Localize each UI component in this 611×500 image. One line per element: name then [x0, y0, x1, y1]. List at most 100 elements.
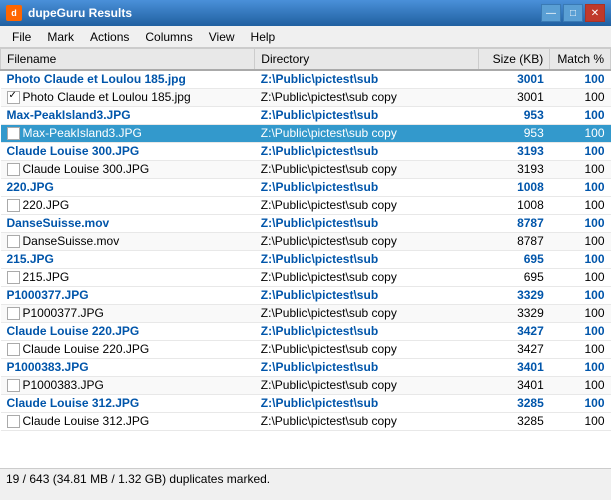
- filename-cell: Claude Louise 300.JPG: [1, 142, 255, 160]
- filename-cell: P1000377.JPG: [1, 304, 255, 322]
- table-row[interactable]: 220.JPGZ:\Public\pictest\sub1008100: [1, 178, 611, 196]
- filename-cell: Claude Louise 300.JPG: [1, 160, 255, 178]
- size-cell: 3285: [479, 394, 550, 412]
- table-row[interactable]: Photo Claude et Loulou 185.jpg Z:\Public\…: [1, 70, 611, 88]
- table-row[interactable]: P1000377.JPGZ:\Public\pictest\sub copy33…: [1, 304, 611, 322]
- row-checkbox[interactable]: [7, 415, 20, 428]
- directory-cell: Z:\Public\pictest\sub copy: [255, 124, 479, 142]
- table-row[interactable]: Claude Louise 300.JPGZ:\Public\pictest\s…: [1, 160, 611, 178]
- filename-cell: Max-PeakIsland3.JPG: [1, 124, 255, 142]
- filename-text: Claude Louise 300.JPG: [23, 162, 150, 176]
- row-checkbox[interactable]: [7, 127, 20, 140]
- filename-text: 215.JPG: [23, 270, 70, 284]
- app-icon: d: [6, 5, 22, 21]
- filename-text: 220.JPG: [23, 198, 70, 212]
- directory-cell: Z:\Public\pictest\sub copy: [255, 340, 479, 358]
- results-table: Filename Directory Size (KB) Match % Pho…: [0, 48, 611, 431]
- size-cell: 3401: [479, 376, 550, 394]
- status-bar: 19 / 643 (34.81 MB / 1.32 GB) duplicates…: [0, 468, 611, 490]
- match-cell: 100: [550, 322, 611, 340]
- table-row[interactable]: 215.JPGZ:\Public\pictest\sub695100: [1, 250, 611, 268]
- row-checkbox[interactable]: [7, 235, 20, 248]
- match-cell: 100: [550, 250, 611, 268]
- col-header-match[interactable]: Match %: [550, 49, 611, 71]
- menu-view[interactable]: View: [201, 28, 243, 45]
- directory-cell: Z:\Public\pictest\sub copy: [255, 196, 479, 214]
- table-row[interactable]: Claude Louise 300.JPGZ:\Public\pictest\s…: [1, 142, 611, 160]
- table-row[interactable]: Claude Louise 312.JPGZ:\Public\pictest\s…: [1, 412, 611, 430]
- maximize-button[interactable]: □: [563, 4, 583, 22]
- table-row[interactable]: Claude Louise 220.JPGZ:\Public\pictest\s…: [1, 322, 611, 340]
- size-cell: 3001: [479, 88, 550, 106]
- match-cell: 100: [550, 214, 611, 232]
- table-row[interactable]: Max-PeakIsland3.JPG Z:\Public\pictest\sub…: [1, 124, 611, 142]
- filename-text: DanseSuisse.mov: [7, 216, 110, 230]
- close-button[interactable]: ✕: [585, 4, 605, 22]
- filename-cell: 220.JPG: [1, 196, 255, 214]
- filename-cell: P1000383.JPG: [1, 358, 255, 376]
- match-cell: 100: [550, 340, 611, 358]
- menu-columns[interactable]: Columns: [137, 28, 200, 45]
- row-checkbox[interactable]: [7, 343, 20, 356]
- filename-text: Photo Claude et Loulou 185.jpg: [7, 72, 186, 86]
- row-checkbox[interactable]: [7, 379, 20, 392]
- col-header-size[interactable]: Size (KB): [479, 49, 550, 71]
- table-row[interactable]: 215.JPGZ:\Public\pictest\sub copy695100: [1, 268, 611, 286]
- table-row[interactable]: DanseSuisse.movZ:\Public\pictest\sub cop…: [1, 232, 611, 250]
- filename-text: DanseSuisse.mov: [23, 234, 120, 248]
- size-cell: 953: [479, 106, 550, 124]
- filename-cell: 220.JPG: [1, 178, 255, 196]
- row-checkbox[interactable]: [7, 163, 20, 176]
- size-cell: 3329: [479, 304, 550, 322]
- size-cell: 1008: [479, 178, 550, 196]
- filename-cell: Max-PeakIsland3.JPG: [1, 106, 255, 124]
- directory-cell: Z:\Public\pictest\sub: [255, 358, 479, 376]
- filename-cell: P1000383.JPG: [1, 376, 255, 394]
- filename-cell: Claude Louise 312.JPG: [1, 394, 255, 412]
- col-header-directory[interactable]: Directory: [255, 49, 479, 71]
- directory-cell: Z:\Public\pictest\sub: [255, 106, 479, 124]
- table-row[interactable]: Photo Claude et Loulou 185.jpgZ:\Public\…: [1, 88, 611, 106]
- size-cell: 3285: [479, 412, 550, 430]
- filename-text: Claude Louise 312.JPG: [23, 414, 150, 428]
- table-row[interactable]: Claude Louise 312.JPGZ:\Public\pictest\s…: [1, 394, 611, 412]
- row-checkbox[interactable]: [7, 199, 20, 212]
- filename-text: 215.JPG: [7, 252, 54, 266]
- size-cell: 3401: [479, 358, 550, 376]
- col-header-filename[interactable]: Filename: [1, 49, 255, 71]
- menu-help[interactable]: Help: [243, 28, 284, 45]
- minimize-button[interactable]: —: [541, 4, 561, 22]
- table-container: Filename Directory Size (KB) Match % Pho…: [0, 48, 611, 468]
- table-row[interactable]: 220.JPGZ:\Public\pictest\sub copy1008100: [1, 196, 611, 214]
- filename-text: Claude Louise 220.JPG: [23, 342, 150, 356]
- filename-text: P1000377.JPG: [7, 288, 89, 302]
- size-cell: 8787: [479, 214, 550, 232]
- match-cell: 100: [550, 124, 611, 142]
- size-cell: 3427: [479, 322, 550, 340]
- table-row[interactable]: Max-PeakIsland3.JPGZ:\Public\pictest\sub…: [1, 106, 611, 124]
- filename-text: Max-PeakIsland3.JPG: [23, 126, 142, 140]
- menu-file[interactable]: File: [4, 28, 39, 45]
- table-row[interactable]: P1000377.JPGZ:\Public\pictest\sub3329100: [1, 286, 611, 304]
- directory-cell: Z:\Public\pictest\sub: [255, 286, 479, 304]
- menu-bar: File Mark Actions Columns View Help: [0, 26, 611, 48]
- table-row[interactable]: P1000383.JPGZ:\Public\pictest\sub3401100: [1, 358, 611, 376]
- table-row[interactable]: DanseSuisse.movZ:\Public\pictest\sub8787…: [1, 214, 611, 232]
- filename-cell: 215.JPG: [1, 250, 255, 268]
- filename-cell: Photo Claude et Loulou 185.jpg: [1, 88, 255, 106]
- row-checkbox[interactable]: [7, 307, 20, 320]
- row-checkbox[interactable]: [7, 91, 20, 104]
- size-cell: 1008: [479, 196, 550, 214]
- table-row[interactable]: P1000383.JPGZ:\Public\pictest\sub copy34…: [1, 376, 611, 394]
- window-title: dupeGuru Results: [28, 6, 132, 20]
- filename-cell: Claude Louise 312.JPG: [1, 412, 255, 430]
- menu-mark[interactable]: Mark: [39, 28, 82, 45]
- filename-cell: P1000377.JPG: [1, 286, 255, 304]
- filename-text: Photo Claude et Loulou 185.jpg: [23, 90, 191, 104]
- row-checkbox[interactable]: [7, 271, 20, 284]
- menu-actions[interactable]: Actions: [82, 28, 137, 45]
- table-row[interactable]: Claude Louise 220.JPG Z:\Public\pictest\s…: [1, 340, 611, 358]
- directory-cell: Z:\Public\pictest\sub: [255, 70, 479, 88]
- filename-text: P1000377.JPG: [23, 306, 104, 320]
- size-cell: 3329: [479, 286, 550, 304]
